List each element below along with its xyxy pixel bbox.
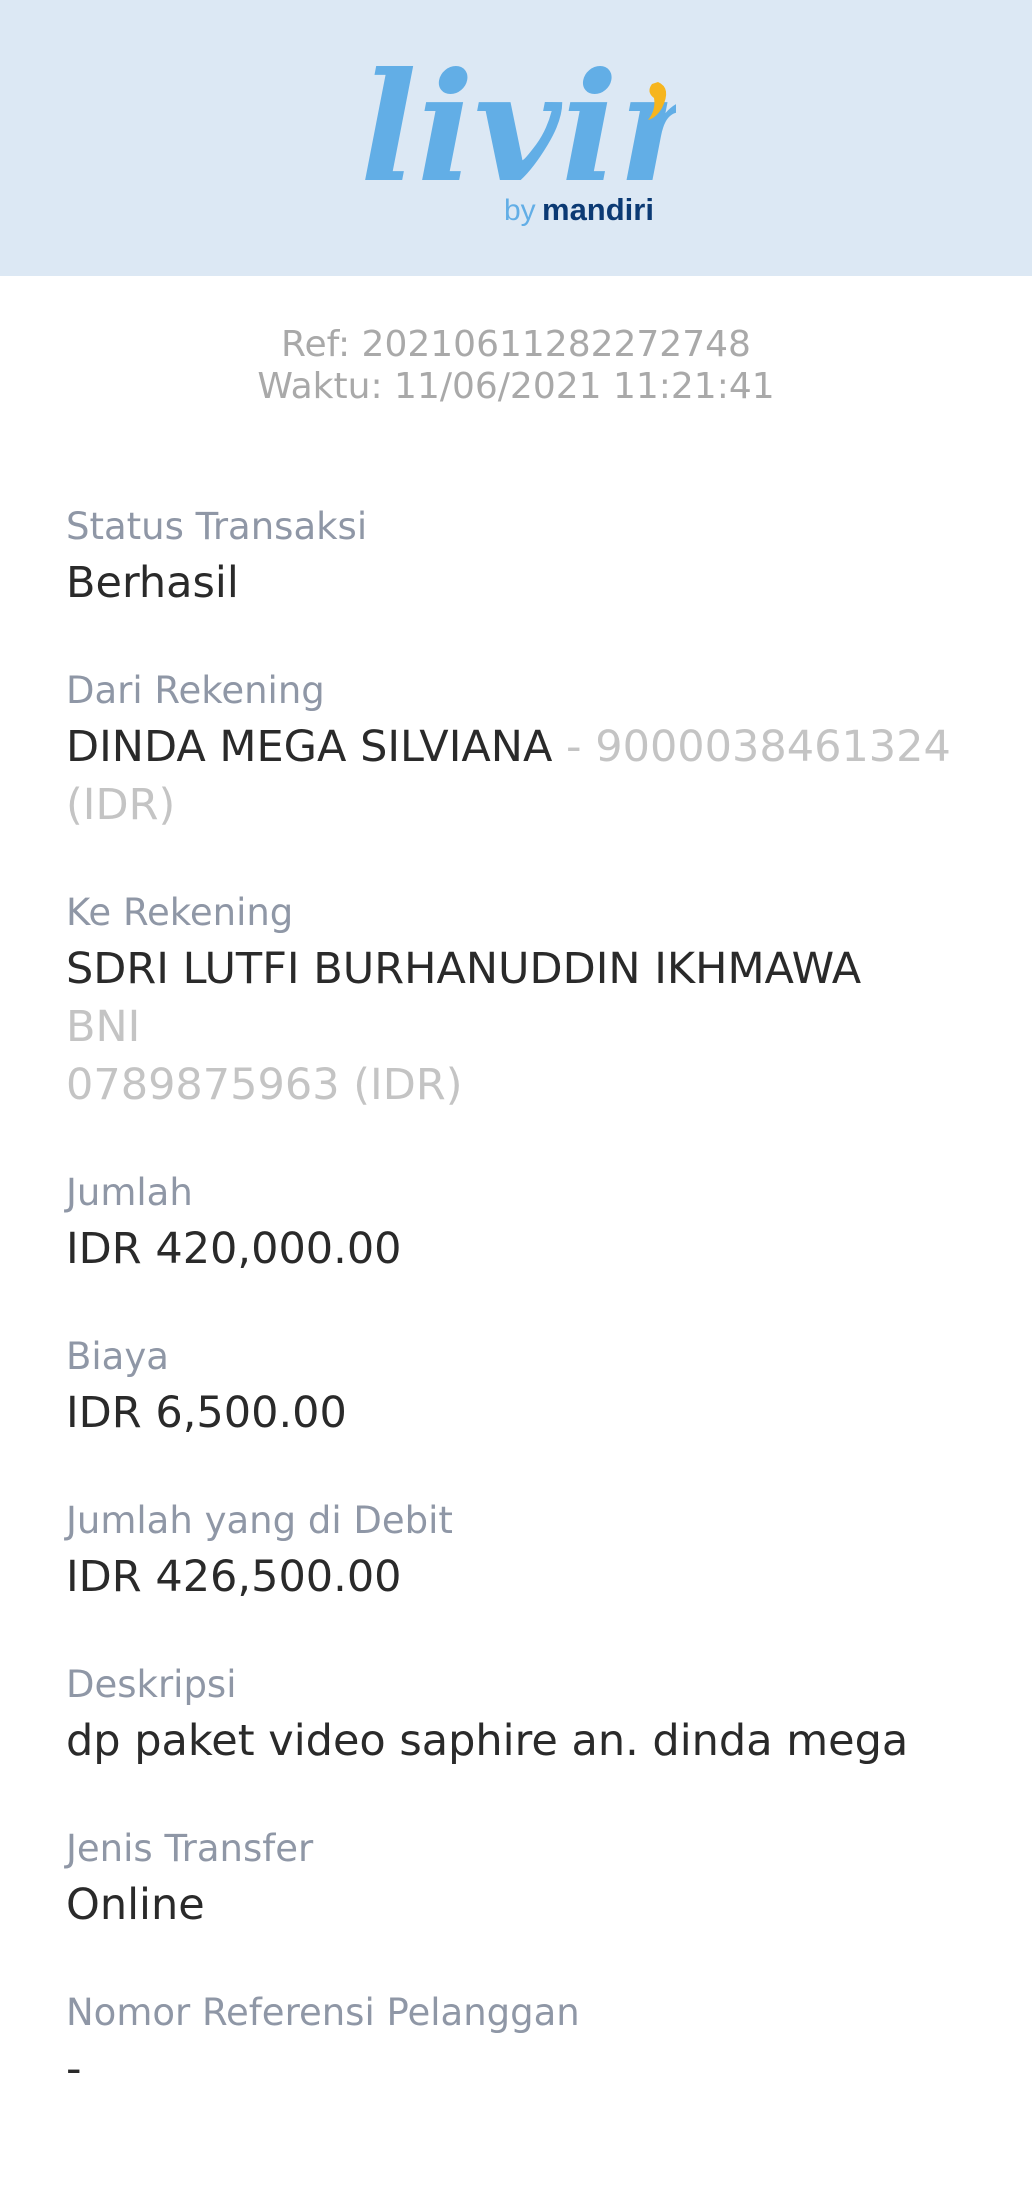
logo-by-text: by	[504, 194, 536, 227]
to-account-name: SDRI LUTFI BURHANUDDIN IKHMAWA	[66, 944, 862, 994]
description-label: Deskripsi	[66, 1663, 237, 1706]
livin-wordmark: livin'	[360, 40, 676, 216]
to-account-label: Ke Rekening	[66, 891, 294, 934]
fee-value: IDR 6,500.00	[66, 1388, 347, 1438]
amount-value: IDR 420,000.00	[66, 1224, 402, 1274]
status-value: Berhasil	[66, 558, 239, 608]
to-account-value: SDRI LUTFI BURHANUDDIN IKHMAWA BNI 07898…	[66, 940, 986, 1114]
transaction-meta: Ref: 20210611282272748 Waktu: 11/06/2021…	[0, 324, 1032, 408]
fee-label: Biaya	[66, 1335, 169, 1378]
debited-amount-label: Jumlah yang di Debit	[66, 1499, 453, 1542]
status-label: Status Transaksi	[66, 505, 368, 548]
logo-mandiri-text: mandiri	[542, 192, 654, 227]
field-status: Status Transaksi Berhasil	[66, 500, 986, 612]
field-to-account: Ke Rekening SDRI LUTFI BURHANUDDIN IKHMA…	[66, 886, 986, 1114]
field-debited-amount: Jumlah yang di Debit IDR 426,500.00	[66, 1494, 986, 1606]
from-account-label: Dari Rekening	[66, 669, 325, 712]
to-account-bank: BNI	[66, 1002, 141, 1052]
header-banner: livin' by mandiri	[0, 0, 1032, 276]
transfer-type-label: Jenis Transfer	[66, 1827, 314, 1870]
livin-mandiri-logo: livin' by mandiri	[356, 40, 676, 230]
livin-logo-icon: livin' by mandiri	[360, 40, 676, 227]
transaction-time: Waktu: 11/06/2021 11:21:41	[257, 366, 775, 407]
field-transfer-type: Jenis Transfer Online	[66, 1822, 986, 1934]
field-description: Deskripsi dp paket video saphire an. din…	[66, 1658, 986, 1770]
field-amount: Jumlah IDR 420,000.00	[66, 1166, 986, 1278]
from-account-name: DINDA MEGA SILVIANA	[66, 722, 553, 772]
transfer-type-value: Online	[66, 1880, 205, 1930]
customer-reference-label: Nomor Referensi Pelanggan	[66, 1991, 580, 2034]
transaction-details: Status Transaksi Berhasil Dari Rekening …	[66, 500, 986, 2150]
field-from-account: Dari Rekening DINDA MEGA SILVIANA - 9000…	[66, 664, 986, 834]
field-fee: Biaya IDR 6,500.00	[66, 1330, 986, 1442]
amount-label: Jumlah	[66, 1171, 193, 1214]
field-customer-reference: Nomor Referensi Pelanggan -	[66, 1986, 986, 2098]
debited-amount-value: IDR 426,500.00	[66, 1552, 402, 1602]
reference-number: Ref: 20210611282272748	[281, 324, 751, 365]
description-value: dp paket video saphire an. dinda mega	[66, 1716, 909, 1766]
from-account-value: DINDA MEGA SILVIANA - 9000038461324 (IDR…	[66, 718, 986, 834]
to-account-number: 0789875963 (IDR)	[66, 1060, 463, 1110]
customer-reference-value: -	[66, 2044, 82, 2094]
